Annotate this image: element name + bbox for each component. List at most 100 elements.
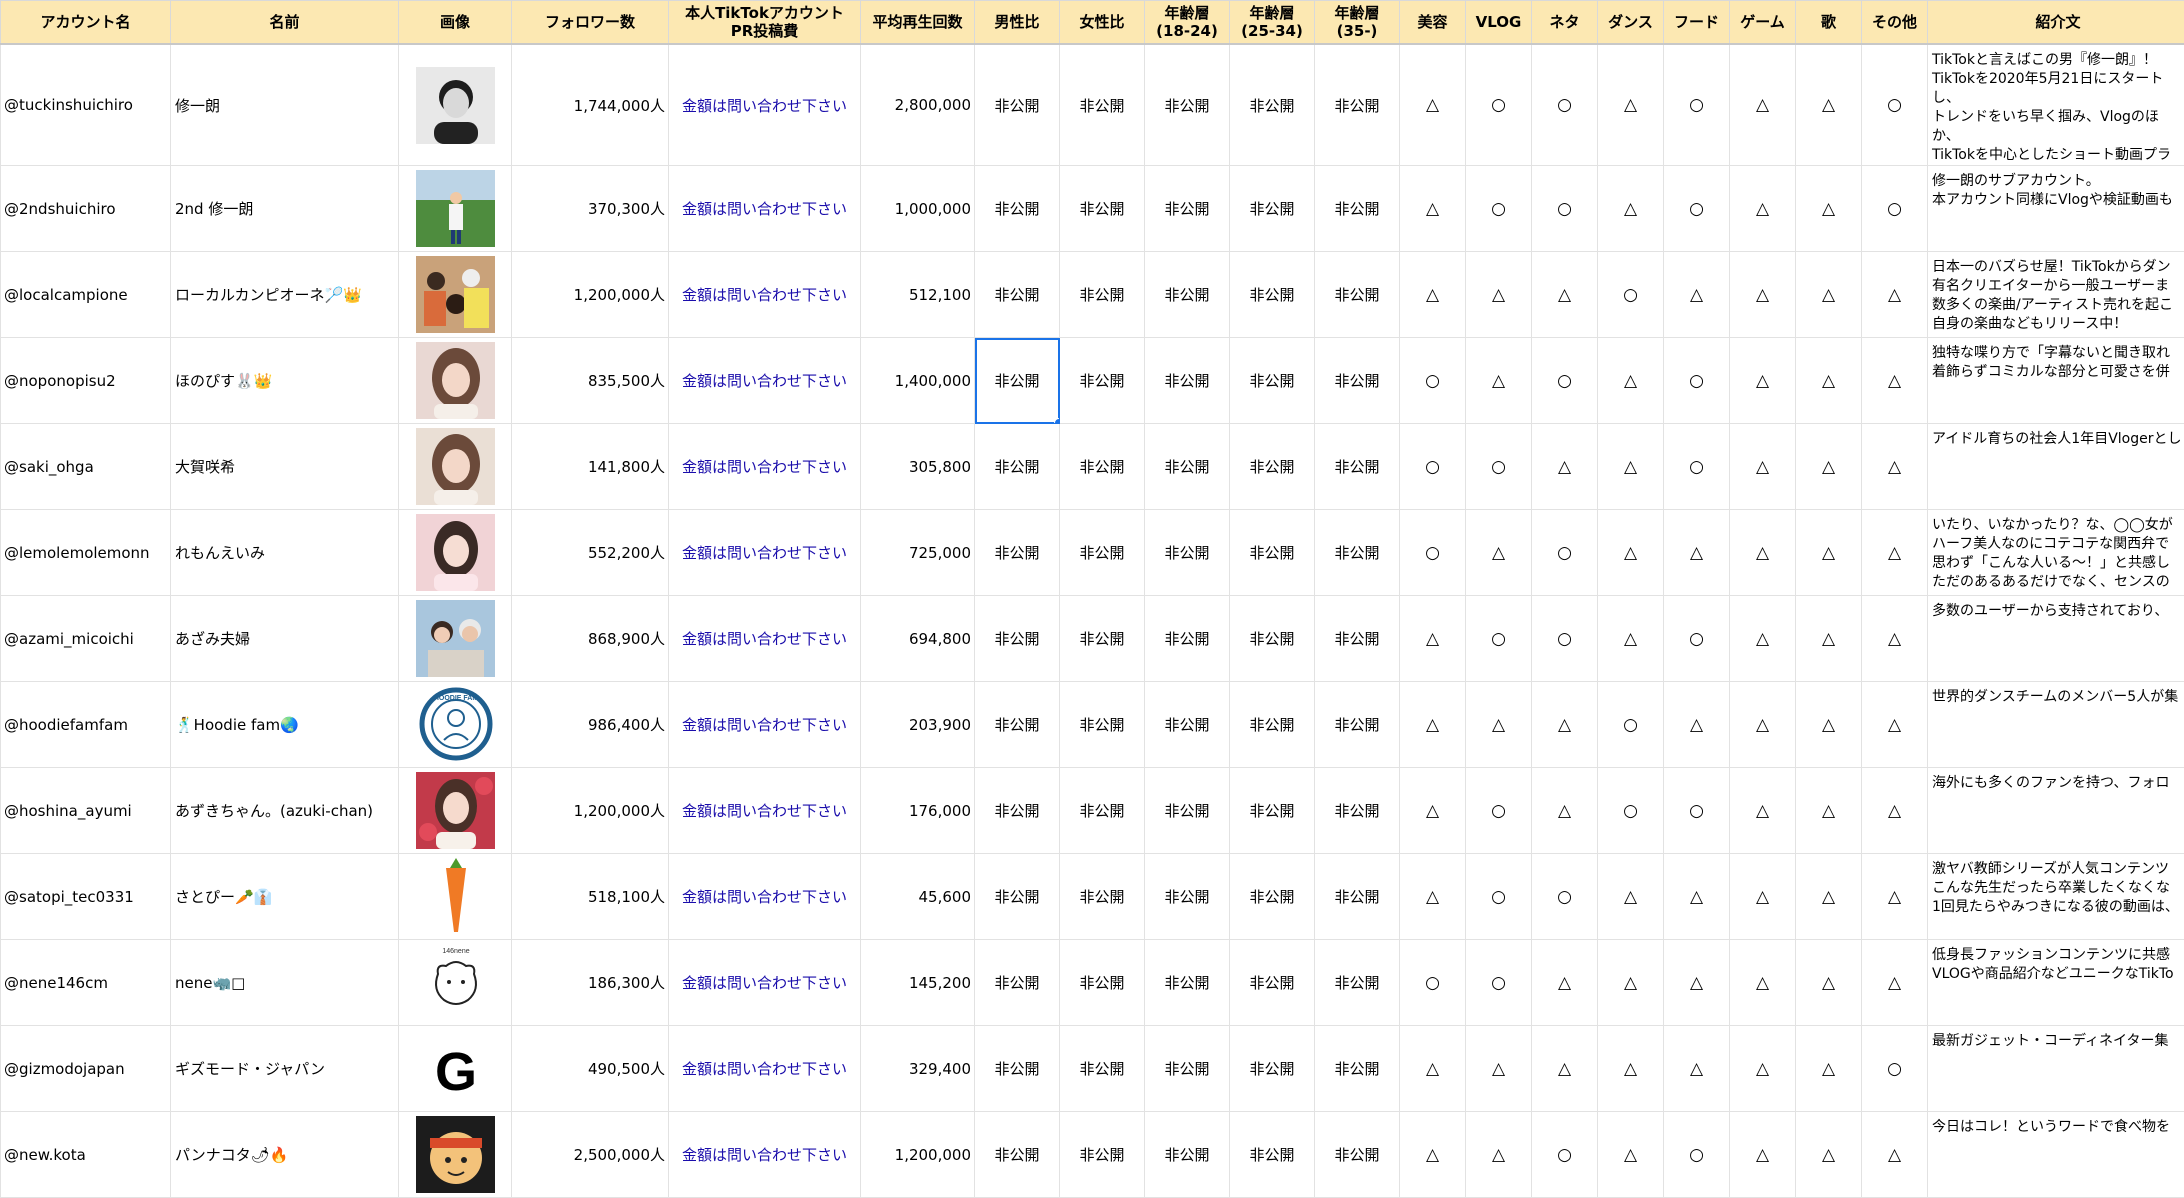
cell-name[interactable]: れもんえいみ [171,510,399,596]
cell-pr-fee[interactable]: 金額は問い合わせ下さい [669,44,861,166]
table-row[interactable]: @lemolemolemonnれもんえいみ552,200人金額は問い合わせ下さい… [1,510,2184,596]
header-neta[interactable]: ネタ [1532,1,1598,45]
cell-pr-fee[interactable]: 金額は問い合わせ下さい [669,166,861,252]
cell-avg-views[interactable]: 2,800,000 [861,44,975,166]
cell-other[interactable]: △ [1862,252,1928,338]
cell-image[interactable]: G [399,1026,512,1112]
cell-age-35[interactable]: 非公開 [1315,1112,1400,1198]
cell-song[interactable]: △ [1796,940,1862,1026]
cell-game[interactable]: △ [1730,768,1796,854]
cell-male-ratio[interactable]: 非公開 [975,1112,1060,1198]
cell-followers[interactable]: 141,800人 [512,424,669,510]
header-avg-views[interactable]: 平均再生回数 [861,1,975,45]
cell-female-ratio[interactable]: 非公開 [1060,768,1145,854]
header-beauty[interactable]: 美容 [1400,1,1466,45]
cell-beauty[interactable]: △ [1400,682,1466,768]
cell-song[interactable]: △ [1796,1112,1862,1198]
cell-food[interactable]: ○ [1664,166,1730,252]
header-other[interactable]: その他 [1862,1,1928,45]
cell-song[interactable]: △ [1796,596,1862,682]
cell-age-35[interactable]: 非公開 [1315,682,1400,768]
cell-name[interactable]: ギズモード・ジャパン [171,1026,399,1112]
cell-followers[interactable]: 370,300人 [512,166,669,252]
header-followers[interactable]: フォロワー数 [512,1,669,45]
cell-dance[interactable]: △ [1598,338,1664,424]
cell-account[interactable]: @hoodiefamfam [1,682,171,768]
cell-female-ratio[interactable]: 非公開 [1060,166,1145,252]
cell-game[interactable]: △ [1730,1026,1796,1112]
cell-image[interactable] [399,424,512,510]
cell-image[interactable] [399,252,512,338]
cell-beauty[interactable]: △ [1400,1026,1466,1112]
cell-song[interactable]: △ [1796,166,1862,252]
cell-avg-views[interactable]: 329,400 [861,1026,975,1112]
cell-followers[interactable]: 1,744,000人 [512,44,669,166]
header-image[interactable]: 画像 [399,1,512,45]
cell-other[interactable]: ○ [1862,44,1928,166]
cell-followers[interactable]: 552,200人 [512,510,669,596]
cell-game[interactable]: △ [1730,510,1796,596]
cell-pr-fee[interactable]: 金額は問い合わせ下さい [669,596,861,682]
cell-vlog[interactable]: ○ [1466,940,1532,1026]
cell-other[interactable]: △ [1862,768,1928,854]
cell-age-18-24[interactable]: 非公開 [1145,854,1230,940]
cell-age-25-34[interactable]: 非公開 [1230,596,1315,682]
cell-female-ratio[interactable]: 非公開 [1060,596,1145,682]
cell-age-35[interactable]: 非公開 [1315,768,1400,854]
cell-song[interactable]: △ [1796,44,1862,166]
cell-age-18-24[interactable]: 非公開 [1145,596,1230,682]
cell-followers[interactable]: 868,900人 [512,596,669,682]
table-row[interactable]: @noponopisu2ほのぴす🐰👑835,500人金額は問い合わせ下さい1,4… [1,338,2184,424]
cell-avg-views[interactable]: 1,000,000 [861,166,975,252]
header-song[interactable]: 歌 [1796,1,1862,45]
cell-avg-views[interactable]: 203,900 [861,682,975,768]
cell-intro[interactable]: 海外にも多くのファンを持つ、フォロ [1928,768,2184,854]
cell-account[interactable]: @localcampione [1,252,171,338]
cell-age-18-24[interactable]: 非公開 [1145,424,1230,510]
cell-vlog[interactable]: ○ [1466,424,1532,510]
cell-dance[interactable]: ○ [1598,252,1664,338]
cell-song[interactable]: △ [1796,1026,1862,1112]
cell-age-35[interactable]: 非公開 [1315,940,1400,1026]
cell-beauty[interactable]: △ [1400,44,1466,166]
cell-vlog[interactable]: △ [1466,338,1532,424]
table-row[interactable]: @tuckinshuichiro修一朗1,744,000人金額は問い合わせ下さい… [1,44,2184,166]
cell-beauty[interactable]: △ [1400,854,1466,940]
cell-age-25-34[interactable]: 非公開 [1230,1026,1315,1112]
cell-beauty[interactable]: △ [1400,768,1466,854]
cell-neta[interactable]: ○ [1532,510,1598,596]
header-age-18-24[interactable]: 年齢層(18-24) [1145,1,1230,45]
cell-account[interactable]: @saki_ohga [1,424,171,510]
cell-dance[interactable]: △ [1598,510,1664,596]
cell-song[interactable]: △ [1796,338,1862,424]
cell-age-25-34[interactable]: 非公開 [1230,510,1315,596]
cell-pr-fee[interactable]: 金額は問い合わせ下さい [669,1026,861,1112]
cell-intro[interactable]: いたり、いなかったり？な、◯◯女がハーフ美人なのにコテコテな関西弁で思わず「こん… [1928,510,2184,596]
cell-other[interactable]: △ [1862,338,1928,424]
cell-age-35[interactable]: 非公開 [1315,424,1400,510]
cell-pr-fee[interactable]: 金額は問い合わせ下さい [669,682,861,768]
cell-age-25-34[interactable]: 非公開 [1230,252,1315,338]
table-row[interactable]: @new.kotaパンナコタ🌶🔥2,500,000人金額は問い合わせ下さい1,2… [1,1112,2184,1198]
cell-intro[interactable]: 修一朗のサブアカウント。本アカウント同様にVlogや検証動画も [1928,166,2184,252]
cell-intro[interactable]: 独特な喋り方で「字幕ないと聞き取れ着飾らずコミカルな部分と可愛さを併 [1928,338,2184,424]
cell-food[interactable]: ○ [1664,44,1730,166]
table-row[interactable]: @azami_micoichiあざみ夫婦868,900人金額は問い合わせ下さい6… [1,596,2184,682]
cell-age-35[interactable]: 非公開 [1315,854,1400,940]
cell-avg-views[interactable]: 145,200 [861,940,975,1026]
cell-food[interactable]: △ [1664,252,1730,338]
cell-avg-views[interactable]: 725,000 [861,510,975,596]
header-age-35[interactable]: 年齢層(35-) [1315,1,1400,45]
cell-food[interactable]: ○ [1664,1112,1730,1198]
cell-female-ratio[interactable]: 非公開 [1060,510,1145,596]
cell-vlog[interactable]: ○ [1466,44,1532,166]
cell-image[interactable] [399,768,512,854]
cell-age-35[interactable]: 非公開 [1315,596,1400,682]
cell-followers[interactable]: 835,500人 [512,338,669,424]
cell-male-ratio[interactable]: 非公開 [975,338,1060,424]
cell-game[interactable]: △ [1730,596,1796,682]
table-row[interactable]: @satopi_tec0331さとぴー🥕👔518,100人金額は問い合わせ下さい… [1,854,2184,940]
cell-female-ratio[interactable]: 非公開 [1060,1026,1145,1112]
cell-avg-views[interactable]: 512,100 [861,252,975,338]
cell-food[interactable]: △ [1664,940,1730,1026]
